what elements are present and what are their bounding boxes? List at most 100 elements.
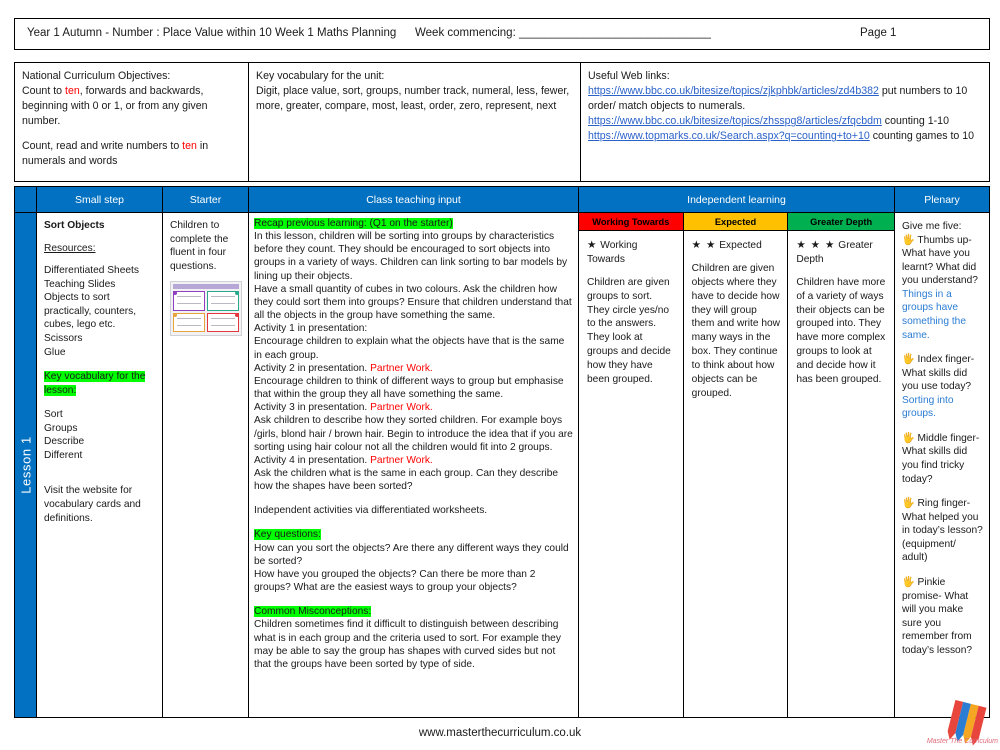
plenary-item: 🖐 Ring finger- What helped you in today’…: [902, 497, 983, 565]
table-row: Lesson 1 Sort Objects Resources: Differe…: [15, 213, 989, 717]
national-curriculum-objectives-cell: National Curriculum Objectives: Count to…: [15, 63, 249, 181]
resource-item: Teaching Slides: [44, 278, 116, 290]
unit-info-row: National Curriculum Objectives: Count to…: [14, 62, 990, 182]
independent-column-greater-depth: Greater Depth ★ ★ ★ Greater Depth Childr…: [788, 213, 894, 717]
weblinks-heading: Useful Web links:: [588, 70, 670, 82]
key-vocabulary-unit-cell: Key vocabulary for the unit: Digit, plac…: [249, 63, 581, 181]
class-gap-3: [254, 594, 573, 605]
vocab-heading: Key vocabulary for the unit:: [256, 70, 385, 82]
vocab-item: Sort: [44, 409, 63, 421]
plenary-question: Pinkie promise- What will you make sure …: [902, 576, 973, 656]
key-question-2: How have you grouped the objects? Can th…: [254, 568, 536, 594]
vocab-item: Describe: [44, 436, 85, 448]
thumbnail-question-3: [173, 312, 205, 333]
lesson-vocab-heading: Key vocabulary for the lesson:: [44, 371, 146, 396]
star-icon: ★ ★ ★: [796, 239, 836, 251]
activity-3-text: Ask children to describe how they sorted…: [254, 415, 573, 453]
thumbnail-question-4: [207, 312, 239, 333]
web-link-1[interactable]: https://www.bbc.co.uk/bitesize/topics/zj…: [588, 85, 879, 97]
activity-3-line: Activity 3 in presentation. Partner Work…: [254, 401, 573, 414]
nc-heading: National Curriculum Objectives:: [22, 70, 171, 82]
small-step-title: Sort Objects: [44, 220, 105, 231]
weekly-planning-table: Small step Starter Class teaching input …: [14, 186, 990, 718]
badge-greater-depth: Greater Depth: [788, 213, 894, 231]
plenary-item: 🖐 Thumbs up- What have you learnt? What …: [902, 234, 983, 343]
plenary-gap-1: [902, 342, 983, 353]
resource-item: Differentiated Sheets: [44, 265, 139, 277]
nc-line2-a: Count, read and write numbers to: [22, 140, 183, 153]
nc-line1-a: Count to: [22, 85, 65, 98]
column-header-starter: Starter: [163, 187, 249, 213]
activity-1-label: Activity 1 in presentation:: [254, 323, 368, 335]
activity-2-line: Activity 2 in presentation. Partner Work…: [254, 362, 573, 375]
misconceptions-heading: Common Misconceptions:: [254, 606, 372, 618]
vocab-item: Groups: [44, 422, 78, 434]
class-teaching-input-cell: Recap previous learning: (Q1 on the star…: [249, 213, 579, 717]
badge-working-towards: Working Towards: [579, 213, 683, 231]
working-towards-body: ★ Working Towards Children are given gro…: [579, 231, 683, 717]
marker-icon: [173, 312, 177, 317]
marker-icon: [235, 291, 239, 296]
thumbnail-line: [211, 296, 235, 298]
thumbnail-question-2: [207, 291, 239, 311]
thumbnail-line: [177, 296, 201, 298]
useful-web-links-cell: Useful Web links: https://www.bbc.co.uk/…: [581, 63, 989, 181]
badge-expected: Expected: [683, 213, 788, 231]
star-icon: ★ ★: [691, 239, 717, 251]
working-towards-description: Children are given groups to sort. They …: [587, 276, 671, 385]
resources-list: Differentiated Sheets Teaching Slides Ob…: [44, 264, 156, 359]
column-header-independent-learning: Independent learning: [579, 187, 895, 213]
thumbnail-line: [177, 324, 201, 326]
activity-3-label: Activity 3 in presentation.: [254, 402, 368, 414]
thumbnail-question-1: [173, 291, 205, 311]
activity-1-text: Encourage children to explain what the o…: [254, 336, 565, 361]
key-questions-heading: Key questions:: [254, 529, 321, 541]
plenary-question: Ring finger- What helped you in today’s …: [902, 498, 983, 564]
recap-heading-wrap: Recap previous learning: (Q1 on the star…: [254, 217, 573, 230]
web-link-2-note: counting 1-10: [884, 115, 949, 128]
week-commencing-field[interactable]: Week commencing: _______________________…: [415, 27, 711, 39]
document-header: Year 1 Autumn - Number : Place Value wit…: [14, 18, 990, 50]
thumbnail-line: [211, 317, 235, 319]
class-gap-1: [254, 493, 573, 504]
hand-icon: 🖐: [902, 576, 915, 588]
greater-depth-star-line: ★ ★ ★ Greater Depth: [796, 238, 887, 267]
plenary-gap-4: [902, 565, 983, 576]
hand-icon: 🖐: [902, 354, 915, 366]
thumbnail-line: [177, 303, 201, 305]
thumbnail-title-bar: [173, 284, 239, 290]
activity-4-line: Activity 4 in presentation. Partner Work…: [254, 454, 573, 467]
thumbnail-quadrants: [173, 291, 239, 333]
class-cubes-text: Have a small quantity of cubes in two co…: [254, 283, 572, 322]
lesson-tab-header: [15, 187, 37, 213]
hand-icon: 🖐: [902, 234, 915, 246]
class-intro-text: In this lesson, children will be sorting…: [254, 231, 568, 282]
independent-column-working-towards: Working Towards ★ Working Towards Childr…: [579, 213, 684, 717]
web-link-3[interactable]: https://www.topmarks.co.uk/Search.aspx?q…: [588, 130, 870, 142]
activity-2-label: Activity 2 in presentation.: [254, 362, 368, 374]
fluent-in-four-slide-thumbnail[interactable]: [170, 281, 242, 337]
web-link-3-note: counting games to 10: [872, 130, 975, 143]
thumbnail-line: [211, 324, 235, 326]
thumbnail-line: [211, 303, 235, 305]
column-header-plenary: Plenary: [895, 187, 989, 213]
plenary-item: 🖐 Middle finger- What skills did you fin…: [902, 432, 983, 486]
plenary-item: 🖐 Index finger- What skills did you use …: [902, 353, 983, 421]
hand-icon: 🖐: [902, 432, 915, 444]
small-step-cell: Sort Objects Resources: Differentiated S…: [37, 213, 163, 717]
starter-text: Children to complete the fluent in four …: [170, 220, 229, 272]
activity-3-tag: Partner Work.: [370, 402, 433, 414]
expected-body: ★ ★ Expected Children are given objects …: [684, 231, 788, 717]
column-header-class-teaching-input: Class teaching input: [249, 187, 579, 213]
expected-description: Children are given objects where they ha…: [691, 262, 781, 399]
class-gap-2: [254, 517, 573, 528]
activity-4-label: Activity 4 in presentation.: [254, 454, 368, 466]
recap-heading: Recap previous learning: (Q1 on the star…: [254, 218, 453, 229]
plenary-gap-2: [902, 421, 983, 432]
footer-website-url[interactable]: www.masterthecurriculum.co.uk: [0, 727, 1000, 739]
expected-star-line: ★ ★ Expected: [692, 238, 781, 253]
independent-column-expected: Expected ★ ★ Expected Children are given…: [683, 213, 789, 717]
web-link-2[interactable]: https://www.bbc.co.uk/bitesize/topics/zh…: [588, 115, 882, 127]
marker-icon: [173, 291, 177, 296]
working-towards-star-line: ★ Working Towards: [587, 238, 676, 267]
